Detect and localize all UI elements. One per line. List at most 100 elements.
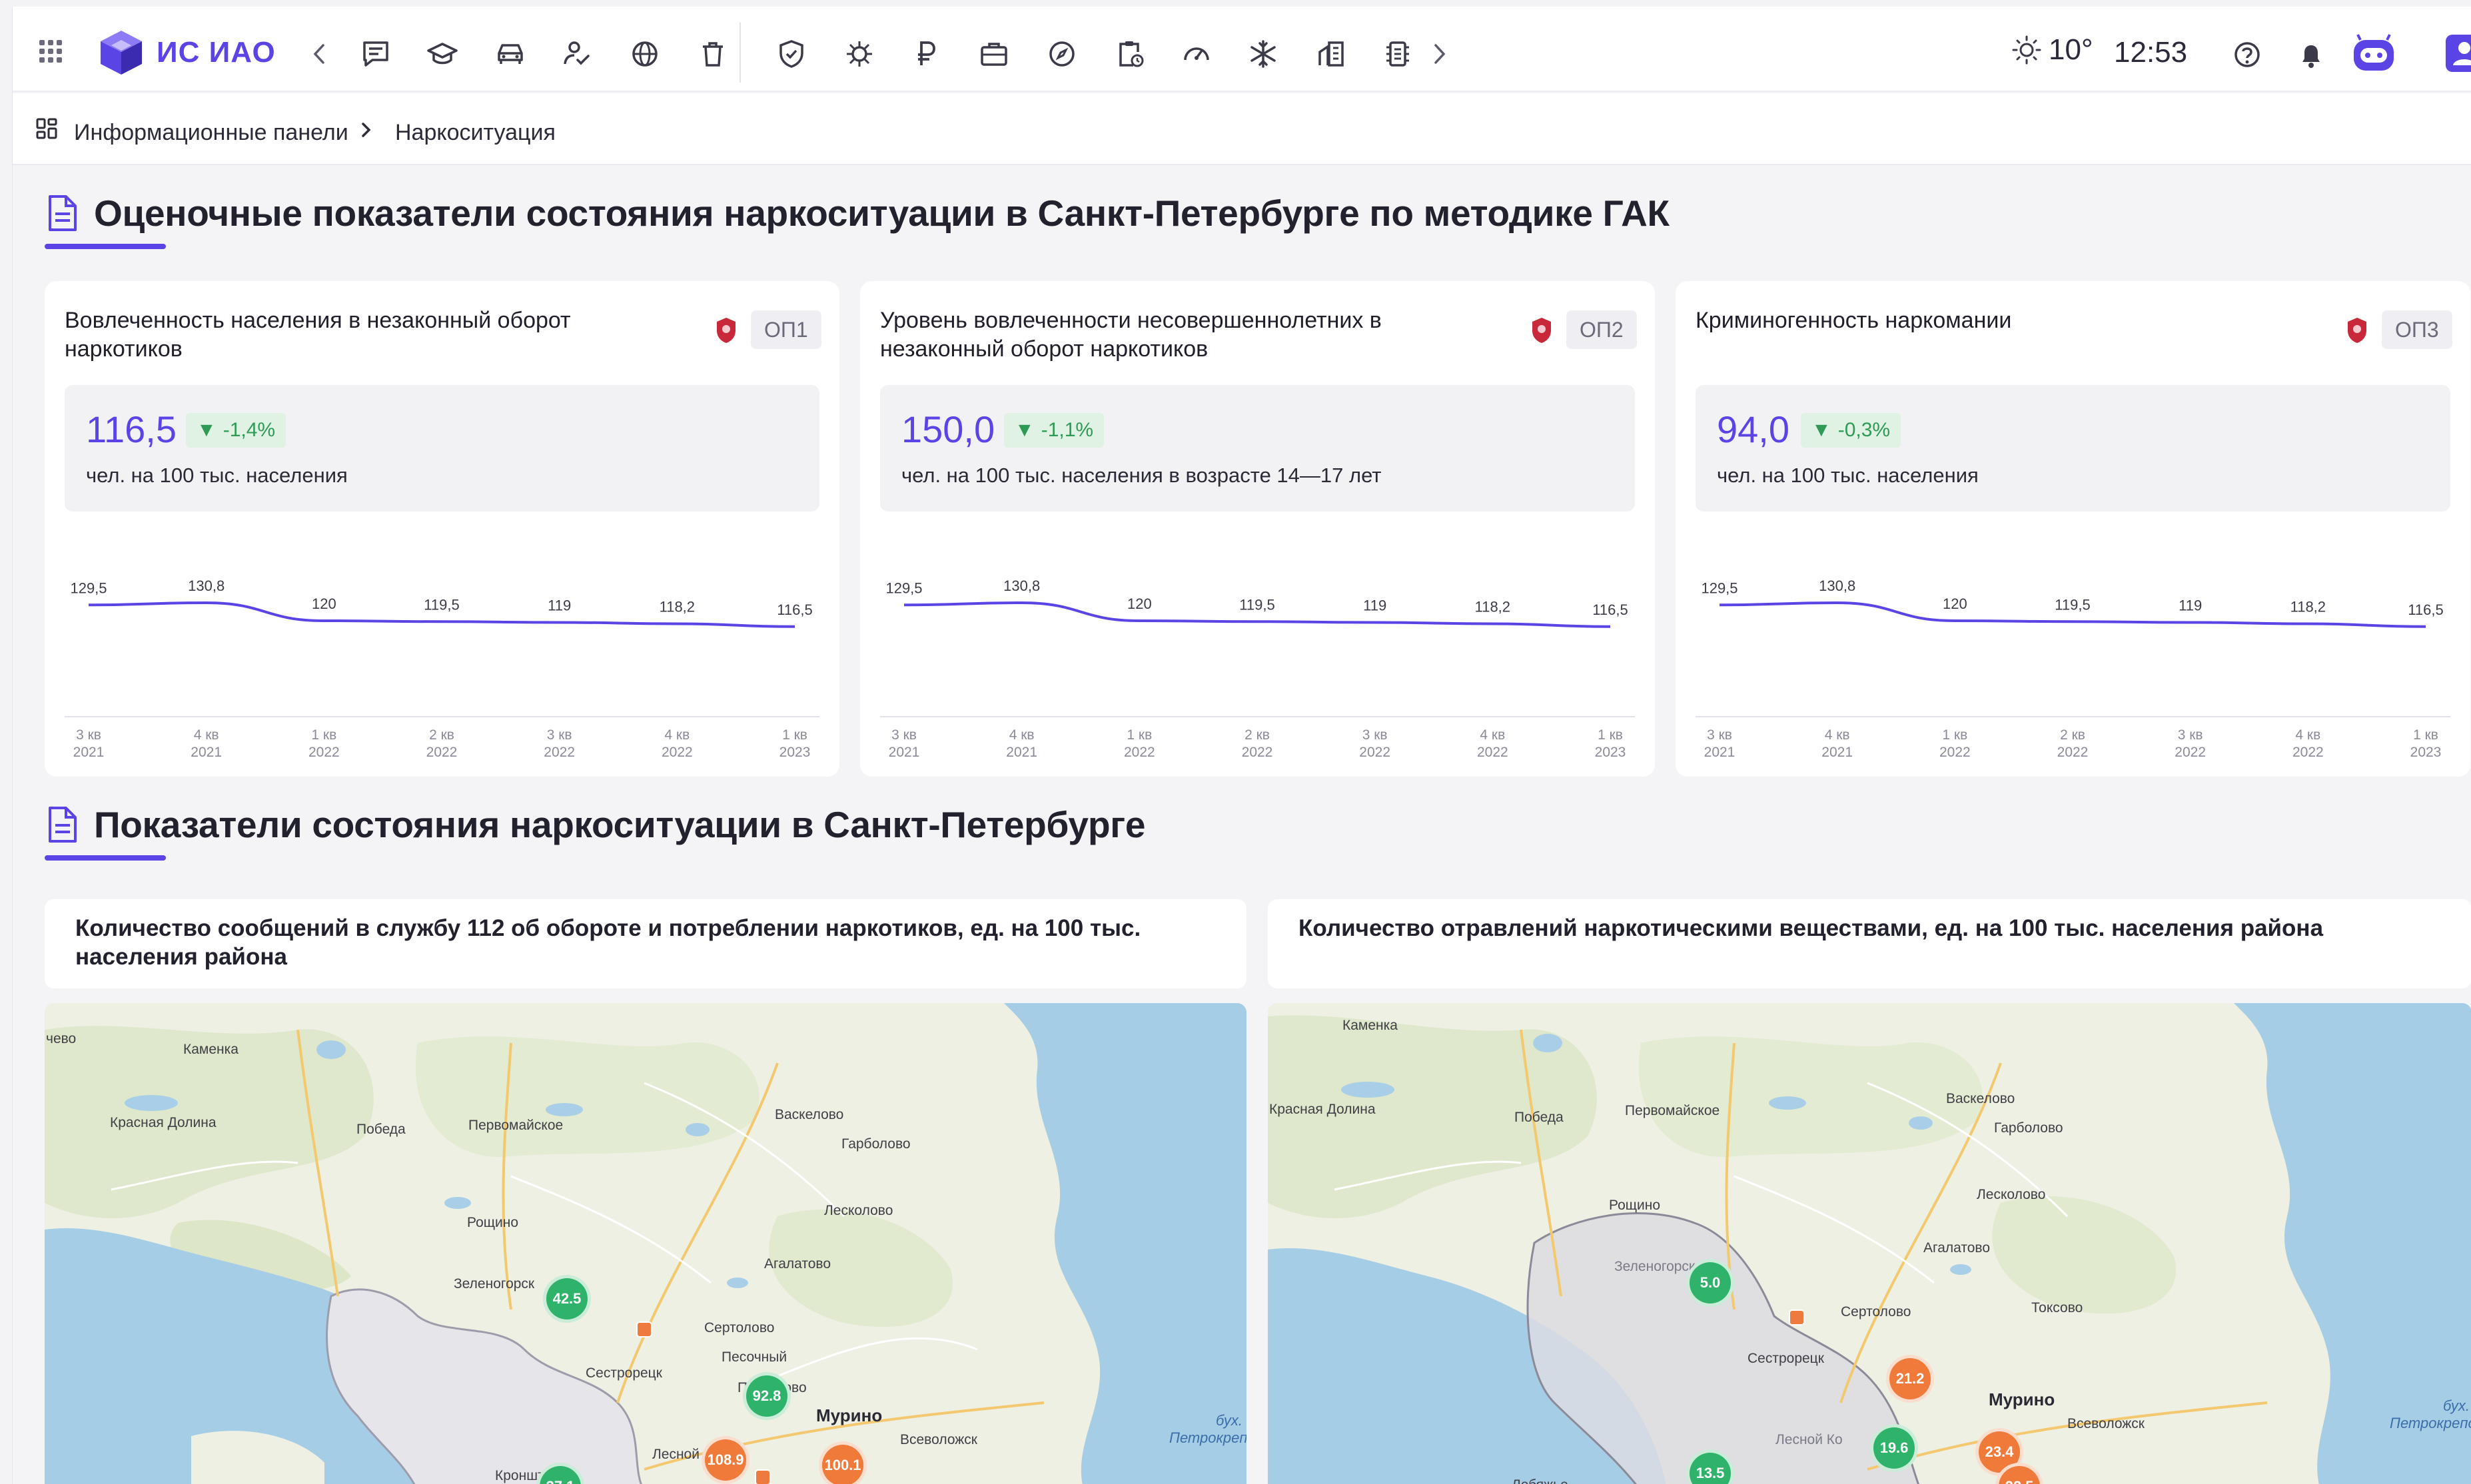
user-avatar-icon[interactable] bbox=[2444, 33, 2471, 73]
assistant-bot-icon[interactable] bbox=[2350, 31, 2398, 79]
kpi-title: Криминогенность наркомании bbox=[1696, 308, 2012, 333]
chip-icon[interactable] bbox=[1381, 37, 1414, 71]
data-label: 119,5 bbox=[2055, 596, 2090, 613]
map-place-label: Всеволожск bbox=[2067, 1416, 2145, 1431]
compass-icon[interactable] bbox=[1045, 37, 1079, 71]
toolbar-scroll-right-icon[interactable] bbox=[1432, 43, 1448, 65]
kpi-tag: ОП1 bbox=[751, 310, 821, 349]
map-cluster-marker[interactable]: 5.0 bbox=[1686, 1259, 1734, 1307]
map-water-label: бух. Петрокрепость bbox=[1169, 1412, 1246, 1446]
map-place-label: Лебяжье bbox=[1512, 1477, 1568, 1484]
car-icon[interactable] bbox=[494, 37, 527, 71]
x-tick-label: 2021 bbox=[191, 745, 222, 760]
x-tick-label: 2022 bbox=[2175, 745, 2206, 760]
map-112-reports[interactable]: чево Каменка Красная Долина Победа Перво… bbox=[45, 1003, 1246, 1484]
map-place-label: Сертолово bbox=[704, 1320, 775, 1335]
map-place-label: Зеленогорск bbox=[1614, 1259, 1696, 1274]
globe-icon[interactable] bbox=[628, 37, 662, 71]
help-icon[interactable] bbox=[2231, 39, 2263, 71]
chat-icon[interactable] bbox=[359, 37, 392, 71]
data-point bbox=[793, 625, 797, 629]
weather-widget[interactable]: 10° bbox=[2011, 33, 2093, 67]
x-tick-label: 3 кв bbox=[2178, 727, 2203, 743]
x-tick-label: 2022 bbox=[2292, 745, 2324, 760]
map-poi-marker[interactable] bbox=[636, 1321, 652, 1337]
toolbar-divider bbox=[740, 23, 741, 83]
map-cluster-marker[interactable]: 19.6 bbox=[1870, 1424, 1918, 1472]
x-tick-label: 2022 bbox=[1359, 745, 1390, 760]
data-label: 130,8 bbox=[1819, 577, 1855, 594]
map-cluster-marker[interactable]: 21.2 bbox=[1886, 1355, 1934, 1403]
map-poisonings[interactable]: Каменка Красная Долина Победа Первомайск… bbox=[1268, 1003, 2471, 1484]
briefcase-icon[interactable] bbox=[977, 37, 1011, 71]
down-triangle-icon: ▼ bbox=[197, 419, 217, 441]
kpi-card-op2[interactable]: Уровень вовлеченности несовершеннолетних… bbox=[860, 281, 1655, 777]
map-cluster-marker[interactable]: 108.9 bbox=[702, 1436, 749, 1484]
data-label: 118,2 bbox=[1475, 599, 1510, 615]
bell-icon[interactable] bbox=[2295, 39, 2327, 71]
emblem-shield-icon bbox=[2348, 318, 2366, 343]
x-tick-label: 2021 bbox=[1704, 745, 1735, 760]
document-icon bbox=[49, 807, 77, 843]
app-name: ИС ИАО bbox=[157, 36, 276, 69]
apps-grid-icon[interactable] bbox=[38, 39, 63, 64]
speedometer-icon[interactable] bbox=[1180, 37, 1213, 71]
map-title: Количество сообщений в службу 112 об обо… bbox=[75, 915, 1141, 970]
app-logo[interactable]: ИС ИАО bbox=[98, 28, 276, 77]
buildings-icon[interactable] bbox=[1314, 37, 1348, 71]
map-place-label: Каменка bbox=[1342, 1018, 1398, 1033]
person-check-icon[interactable] bbox=[560, 37, 594, 71]
map-cluster-marker[interactable]: 92.8 bbox=[743, 1372, 791, 1420]
education-icon[interactable] bbox=[426, 37, 459, 71]
kpi-value-box: 150,0 ▼ -1,1% чел. на 100 тыс. населения … bbox=[880, 385, 1635, 512]
x-tick-label: 2022 bbox=[1939, 745, 1971, 760]
data-point bbox=[205, 601, 209, 605]
x-tick-label: 4 кв bbox=[1480, 727, 1505, 743]
map-place-label: Победа bbox=[1514, 1110, 1564, 1125]
x-tick-label: 2022 bbox=[308, 745, 340, 760]
map-place-label: Гарболово bbox=[841, 1136, 911, 1152]
map-place-label: Мурино bbox=[1989, 1389, 2055, 1409]
clipboard-clock-icon[interactable] bbox=[1113, 37, 1147, 71]
data-label: 129,5 bbox=[1701, 579, 1737, 596]
data-point bbox=[1255, 619, 1259, 623]
snowflake-icon[interactable] bbox=[1246, 37, 1280, 71]
x-tick-label: 1 кв bbox=[2413, 727, 2438, 743]
emblem-shield-icon bbox=[1532, 318, 1551, 343]
breadcrumb-dashboards[interactable]: Информационные панели bbox=[74, 120, 348, 146]
map-cluster-marker[interactable]: 100.1 bbox=[819, 1441, 867, 1484]
toolbar-scroll-left-icon[interactable] bbox=[311, 43, 327, 65]
kpi-card-op3[interactable]: Криминогенность наркомании ОП3 94,0 ▼ -0,… bbox=[1676, 281, 2470, 777]
kpi-card-op1[interactable]: Вовлеченность населения в незаконный обо… bbox=[45, 281, 839, 777]
breadcrumb: Информационные панели Наркоситуация bbox=[13, 93, 2471, 165]
map-cluster-marker[interactable]: 42.5 bbox=[543, 1275, 591, 1323]
data-point bbox=[1835, 601, 1839, 605]
trash-icon[interactable] bbox=[696, 37, 730, 71]
map-poi-marker[interactable] bbox=[1789, 1309, 1805, 1325]
trend-chart[interactable]: 129,5 3 кв 2021 130,8 4 кв 2021 120 1 кв 2022 119… bbox=[860, 548, 1655, 774]
x-tick-label: 2021 bbox=[889, 745, 920, 760]
virus-icon[interactable] bbox=[843, 37, 876, 71]
map-poi-marker[interactable] bbox=[755, 1469, 771, 1484]
kpi-delta-value: -1,1% bbox=[1041, 419, 1094, 441]
down-triangle-icon: ▼ bbox=[1015, 419, 1035, 441]
data-point bbox=[2306, 622, 2310, 626]
breadcrumb-current: Наркоситуация bbox=[395, 120, 556, 145]
document-icon bbox=[49, 195, 77, 231]
shield-check-icon[interactable] bbox=[775, 37, 808, 71]
kpi-delta-badge: ▼ -1,4% bbox=[186, 413, 286, 448]
x-tick-label: 2 кв bbox=[2060, 727, 2085, 743]
x-tick-label: 1 кв bbox=[1598, 727, 1623, 743]
trend-chart[interactable]: 129,5 3 кв 2021 130,8 4 кв 2021 120 1 кв 2022 119… bbox=[1676, 548, 2470, 774]
data-label: 119 bbox=[2179, 597, 2202, 614]
x-tick-label: 2022 bbox=[426, 745, 458, 760]
trend-chart[interactable]: 129,5 3 кв 2021 130,8 4 кв 2021 120 1 кв 2022 119… bbox=[45, 548, 839, 774]
data-point bbox=[1020, 601, 1024, 605]
chevron-right-icon bbox=[359, 120, 374, 140]
ruble-icon[interactable] bbox=[909, 37, 943, 71]
data-label: 119 bbox=[1363, 597, 1386, 614]
kpi-delta-badge: ▼ -0,3% bbox=[1801, 413, 1901, 448]
data-label: 116,5 bbox=[2408, 601, 2443, 618]
kpi-value: 94,0 bbox=[1717, 408, 1789, 450]
map-place-label: Красная Долина bbox=[1269, 1102, 1376, 1117]
